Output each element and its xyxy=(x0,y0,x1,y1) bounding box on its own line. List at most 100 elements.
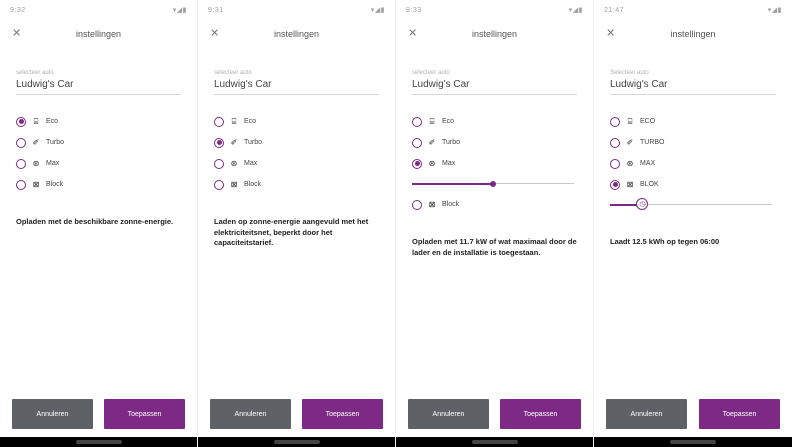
status-bar: 9:31 ▾◢▮ xyxy=(198,0,395,20)
mode-option-label: TURBO xyxy=(640,139,665,146)
status-bar: 21:47 ▾◢▮ xyxy=(594,0,792,20)
car-select-field[interactable]: Selecteer auto Ludwig's Car xyxy=(610,70,776,95)
cancel-button[interactable]: Annuleren xyxy=(12,399,93,429)
radio-button[interactable] xyxy=(214,158,224,169)
status-icons: ▾◢▮ xyxy=(370,7,385,14)
radio-button[interactable] xyxy=(412,116,422,127)
app-bar: ✕ instellingen xyxy=(198,20,395,48)
block-icon: ⊠ xyxy=(428,200,436,209)
car-select-label: selecteer auto xyxy=(214,70,252,76)
status-bar: 9:33 ▾◢▮ xyxy=(396,0,593,20)
radio-button[interactable] xyxy=(214,116,224,127)
page-title: instellingen xyxy=(273,29,320,39)
max-icon: ⊛ xyxy=(626,159,634,168)
radio-button[interactable] xyxy=(16,137,26,148)
radio-button[interactable] xyxy=(214,179,224,190)
mode-option-max[interactable]: ⊛ Max xyxy=(214,153,379,174)
cancel-button[interactable]: Annuleren xyxy=(408,399,489,429)
status-time: 9:31 xyxy=(208,6,224,14)
plug-icon: ✐ xyxy=(32,138,40,147)
mode-option-label: Block xyxy=(442,201,460,208)
solar-panel-icon: ⌸ xyxy=(33,116,39,126)
home-indicator[interactable] xyxy=(273,440,320,444)
close-icon[interactable]: ✕ xyxy=(606,28,615,40)
block-icon: ⊠ xyxy=(626,180,634,189)
mode-description: Laadt 12.5 kWh op tegen 06:00 xyxy=(610,237,720,246)
car-select-field[interactable]: selecteer auto Ludwig's Car xyxy=(16,70,181,95)
home-indicator[interactable] xyxy=(670,440,716,444)
mode-option-eco[interactable]: ⌸ ECO xyxy=(610,111,776,132)
mode-option-turbo[interactable]: ✐ TURBO xyxy=(610,132,776,153)
mode-options: ⌸ ECO ✐ TURBO ⊛ MAX ⊠ BLOK ◷ xyxy=(610,111,776,215)
cancel-button[interactable]: Annuleren xyxy=(210,399,291,429)
slider-thumb[interactable] xyxy=(490,180,496,187)
radio-button[interactable] xyxy=(610,137,620,148)
cancel-button[interactable]: Annuleren xyxy=(606,399,687,429)
radio-button[interactable] xyxy=(412,137,422,148)
phone-screen: 9:31 ▾◢▮ ✕ instellingen selecteer auto L… xyxy=(198,0,396,447)
mode-option-label: Max xyxy=(442,160,456,167)
radio-button[interactable] xyxy=(412,158,422,169)
radio-button[interactable] xyxy=(16,116,26,127)
car-select-field[interactable]: selecteer auto Ludwig's Car xyxy=(412,70,577,95)
system-nav-bar xyxy=(594,437,792,447)
page-title: instellingen xyxy=(471,29,518,39)
apply-button[interactable]: Toepassen xyxy=(104,399,185,429)
max-icon: ⊛ xyxy=(230,159,238,168)
mode-option-max[interactable]: ⊛ Max xyxy=(412,153,577,174)
status-time: 9:32 xyxy=(10,6,26,14)
mode-option-blok[interactable]: ⊠ BLOK xyxy=(610,174,776,195)
mode-option-turbo[interactable]: ✐ Turbo xyxy=(214,132,379,153)
page-title: instellingen xyxy=(670,29,716,39)
home-indicator[interactable] xyxy=(471,440,518,444)
car-select-value: Ludwig's Car xyxy=(412,79,470,90)
home-indicator[interactable] xyxy=(75,440,122,444)
block-icon: ⊠ xyxy=(230,180,238,189)
car-select-label: selecteer auto xyxy=(412,70,450,76)
mode-option-block[interactable]: ⊠ Block xyxy=(16,174,181,195)
mode-option-max[interactable]: ⊛ MAX xyxy=(610,153,776,174)
mode-option-eco[interactable]: ⌸ Eco xyxy=(412,111,577,132)
clock-icon[interactable]: ◷ xyxy=(636,198,649,210)
close-icon[interactable]: ✕ xyxy=(12,28,21,40)
car-select-value: Ludwig's Car xyxy=(610,79,668,90)
charge-slider[interactable]: ◷ xyxy=(610,195,776,215)
phone-screen: 9:33 ▾◢▮ ✕ instellingen selecteer auto L… xyxy=(396,0,594,447)
apply-button[interactable]: Toepassen xyxy=(500,399,581,429)
close-icon[interactable]: ✕ xyxy=(408,28,417,40)
mode-options: ⌸ Eco ✐ Turbo ⊛ Max ⊠ Block xyxy=(214,111,379,195)
apply-button[interactable]: Toepassen xyxy=(302,399,383,429)
apply-button[interactable]: Toepassen xyxy=(699,399,780,429)
system-nav-bar xyxy=(0,437,197,447)
status-icons: ▾◢▮ xyxy=(172,7,187,14)
mode-description: Opladen met de beschikbare zonne-energie… xyxy=(16,217,174,226)
mode-option-eco[interactable]: ⌸ Eco xyxy=(214,111,379,132)
mode-option-label: Turbo xyxy=(442,139,461,146)
mode-option-label: MAX xyxy=(640,160,656,167)
radio-button[interactable] xyxy=(16,158,26,169)
max-icon: ⊛ xyxy=(428,159,436,168)
mode-option-block[interactable]: ⊠ Block xyxy=(412,194,577,215)
mode-description: Opladen met 11.7 kW of wat maximaal door… xyxy=(412,237,577,257)
charge-slider[interactable] xyxy=(412,174,577,194)
radio-button[interactable] xyxy=(610,179,620,190)
radio-button[interactable] xyxy=(16,179,26,190)
solar-panel-icon: ⌸ xyxy=(429,116,435,126)
mode-option-eco[interactable]: ⌸ Eco xyxy=(16,111,181,132)
system-nav-bar xyxy=(198,437,395,447)
mode-option-turbo[interactable]: ✐ Turbo xyxy=(412,132,577,153)
radio-button[interactable] xyxy=(610,158,620,169)
car-select-label: Selecteer auto xyxy=(610,70,649,76)
mode-option-max[interactable]: ⊛ Max xyxy=(16,153,181,174)
radio-button[interactable] xyxy=(610,116,620,127)
mode-option-turbo[interactable]: ✐ Turbo xyxy=(16,132,181,153)
mode-option-block[interactable]: ⊠ Block xyxy=(214,174,379,195)
page-title: instellingen xyxy=(75,29,122,39)
car-select-field[interactable]: selecteer auto Ludwig's Car xyxy=(214,70,379,95)
close-icon[interactable]: ✕ xyxy=(210,28,219,40)
radio-button[interactable] xyxy=(214,137,224,148)
status-time: 21:47 xyxy=(604,6,625,14)
plug-icon: ✐ xyxy=(230,138,238,147)
mode-option-label: Block xyxy=(244,181,262,188)
radio-button[interactable] xyxy=(412,199,422,210)
